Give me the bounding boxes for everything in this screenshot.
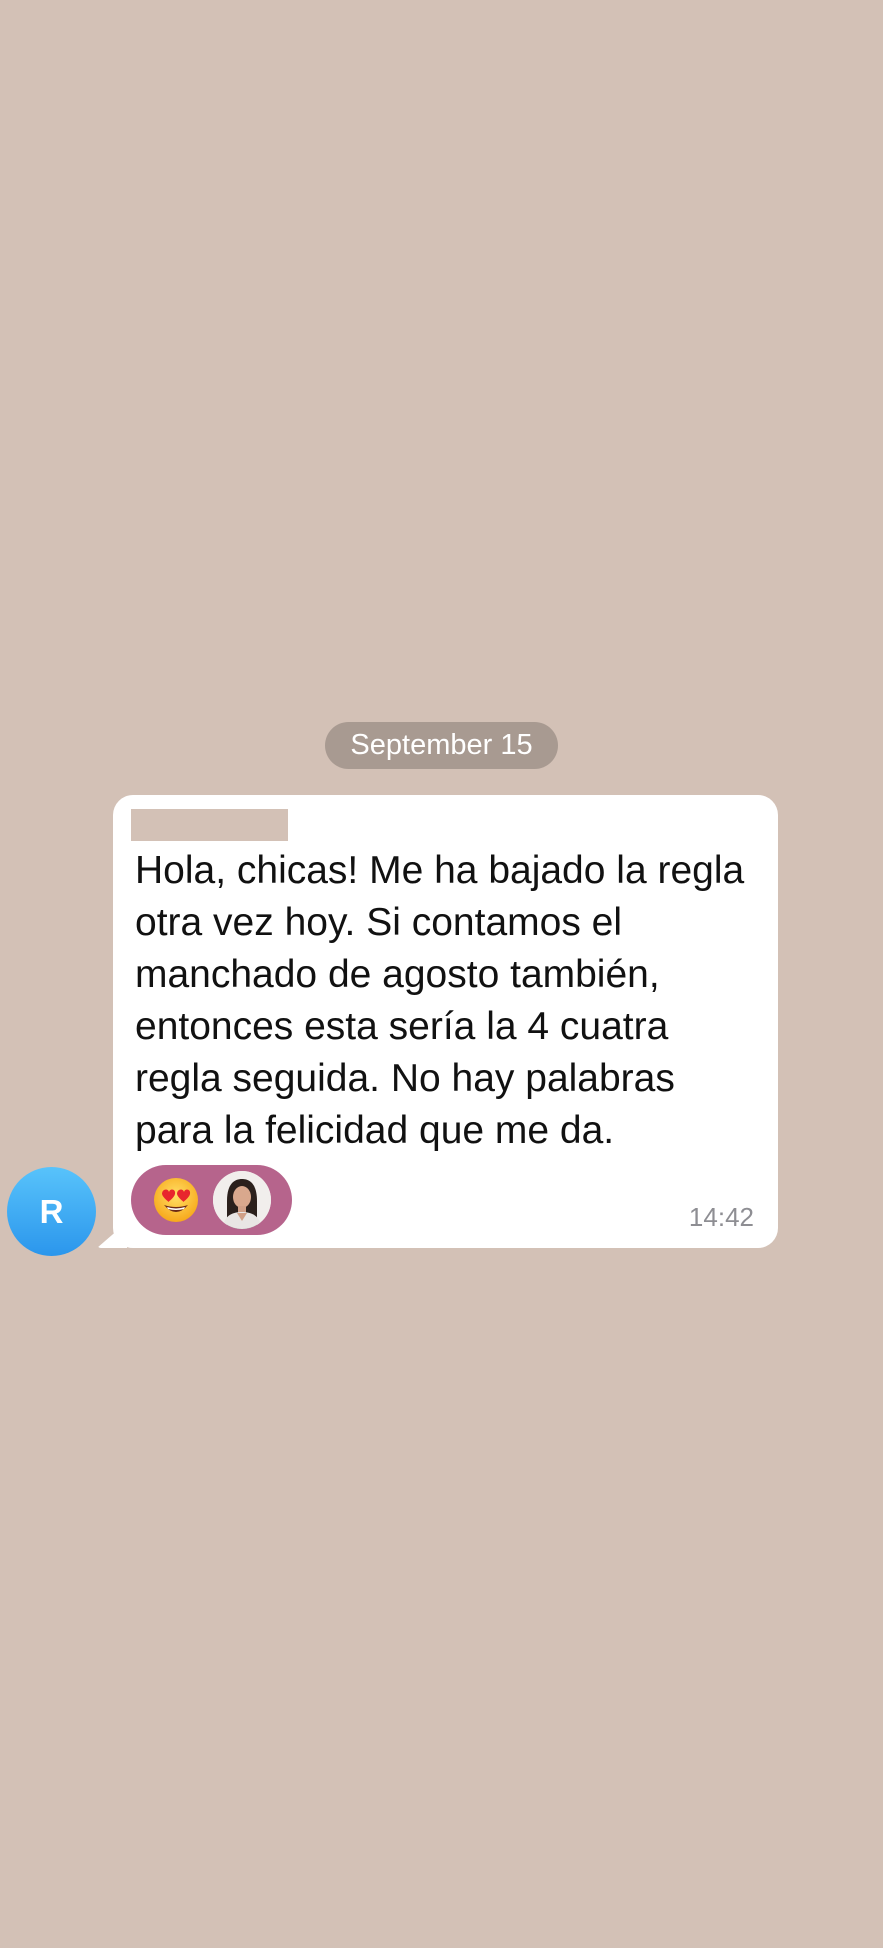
heart-eyes-emoji-icon xyxy=(153,1177,199,1223)
reactor-photo-avatar xyxy=(213,1171,271,1229)
reaction-pill[interactable] xyxy=(131,1165,292,1235)
message-timestamp: 14:42 xyxy=(688,1202,754,1232)
message-bubble[interactable]: Hola, chicas! Me ha bajado la regla otra… xyxy=(113,795,778,1248)
sender-name-redacted xyxy=(131,809,288,841)
date-separator: September 15 xyxy=(325,722,558,769)
sender-avatar[interactable]: R xyxy=(7,1167,96,1256)
message-text: Hola, chicas! Me ha bajado la regla otra… xyxy=(135,849,745,1152)
